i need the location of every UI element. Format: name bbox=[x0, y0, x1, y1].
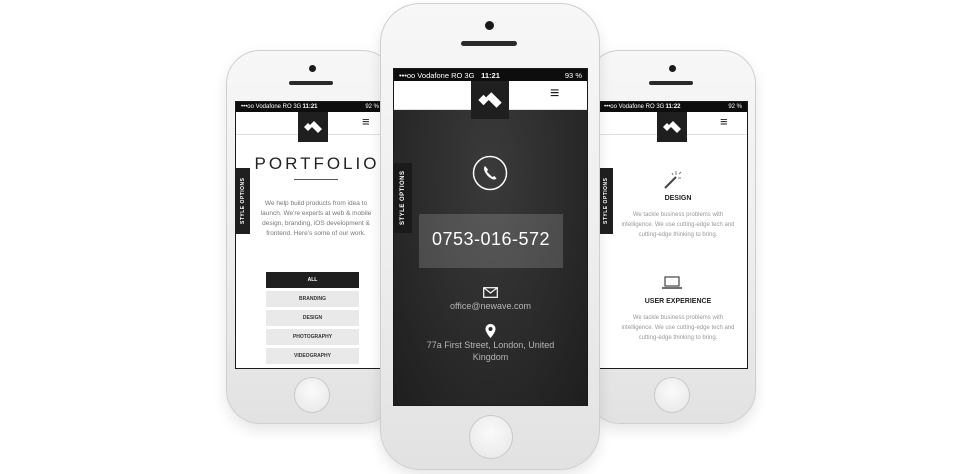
filter-all-button[interactable]: ALL bbox=[266, 272, 359, 288]
front-camera bbox=[669, 65, 676, 72]
carrier-label: •••oo Vodafone RO 3G bbox=[241, 104, 302, 110]
brand-logo[interactable] bbox=[471, 81, 509, 119]
home-button[interactable] bbox=[469, 415, 513, 459]
style-options-tab[interactable]: STYLE OPTIONS bbox=[236, 168, 250, 234]
battery-label: 93 % bbox=[564, 70, 582, 80]
center-screen: •••oo Vodafone RO 3G 11:21 93 % ≡ STYLE … bbox=[393, 68, 588, 406]
service-title-user-experience: USER EXPERIENCE bbox=[644, 298, 712, 305]
logo-mark-icon bbox=[478, 92, 502, 108]
mail-icon bbox=[483, 287, 498, 298]
battery-label: 92 % bbox=[365, 104, 380, 110]
style-options-tab[interactable]: STYLE OPTIONS bbox=[394, 163, 412, 233]
left-screen: •••oo Vodafone RO 3G 11:21 92 % ≡ STYLE … bbox=[235, 101, 385, 369]
magic-wand-icon bbox=[664, 171, 682, 189]
clock: 11:21 bbox=[481, 70, 500, 80]
brand-logo[interactable] bbox=[298, 112, 328, 142]
filter-branding-button[interactable]: BRANDING bbox=[266, 291, 359, 307]
filter-design-button[interactable]: DESIGN bbox=[266, 310, 359, 326]
clock: 11:21 bbox=[302, 104, 318, 110]
service-text-design: We tackle business problems with intelli… bbox=[621, 212, 735, 238]
earpiece-speaker bbox=[649, 81, 693, 85]
menu-icon[interactable]: ≡ bbox=[362, 115, 370, 128]
carrier-label: •••oo Vodafone RO 3G bbox=[399, 70, 475, 80]
battery-label: 92 % bbox=[728, 104, 743, 110]
laptop-icon bbox=[662, 276, 682, 289]
home-button[interactable] bbox=[654, 377, 690, 413]
brand-logo[interactable] bbox=[657, 112, 687, 142]
center-phone: •••oo Vodafone RO 3G 11:21 93 % ≡ STYLE … bbox=[380, 3, 600, 470]
service-title-design: DESIGN bbox=[664, 195, 692, 202]
front-camera bbox=[309, 65, 316, 72]
left-phone: •••oo Vodafone RO 3G 11:21 92 % ≡ STYLE … bbox=[226, 50, 396, 424]
phone-icon bbox=[472, 155, 508, 191]
page-title: PORTFOLIO bbox=[254, 154, 380, 173]
status-bar: •••oo Vodafone RO 3G 11:21 93 % bbox=[394, 69, 587, 81]
earpiece-speaker bbox=[289, 81, 333, 85]
right-screen: •••oo Vodafone RO 3G 11:22 92 % ≡ STYLE … bbox=[598, 101, 748, 369]
filter-photography-button[interactable]: PHOTOGRAPHY bbox=[266, 329, 359, 345]
status-bar: •••oo Vodafone RO 3G 11:22 92 % bbox=[599, 102, 747, 112]
portfolio-description: We help build products from idea to laun… bbox=[260, 200, 372, 237]
filter-list: ALL BRANDING DESIGN PHOTOGRAPHY VIDEOGRA… bbox=[266, 272, 359, 367]
contact-address: 77a First Street, London, United Kingdom bbox=[426, 340, 555, 362]
home-button[interactable] bbox=[294, 377, 330, 413]
status-bar: •••oo Vodafone RO 3G 11:21 92 % bbox=[236, 102, 384, 112]
phone-number[interactable]: 0753-016-572 bbox=[419, 229, 563, 250]
service-text-user-experience: We tackle business problems with intelli… bbox=[621, 315, 735, 341]
right-phone: •••oo Vodafone RO 3G 11:22 92 % ≡ STYLE … bbox=[586, 50, 756, 424]
menu-icon[interactable]: ≡ bbox=[720, 115, 728, 128]
logo-mark-icon bbox=[663, 121, 681, 133]
contact-email[interactable]: office@newave.com bbox=[394, 301, 587, 311]
filter-videography-button[interactable]: VIDEOGRAPHY bbox=[266, 348, 359, 364]
front-camera bbox=[485, 21, 494, 30]
clock: 11:22 bbox=[665, 104, 681, 110]
menu-icon[interactable]: ≡ bbox=[550, 86, 559, 102]
carrier-label: •••oo Vodafone RO 3G bbox=[604, 104, 665, 110]
logo-mark-icon bbox=[304, 121, 322, 133]
location-pin-icon bbox=[485, 324, 496, 338]
earpiece-speaker bbox=[461, 41, 517, 46]
title-divider bbox=[294, 179, 338, 180]
